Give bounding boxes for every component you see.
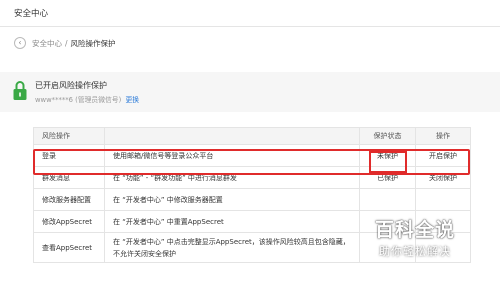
row-operation-name: 群发消息: [33, 166, 105, 189]
row-description: 在 “开发者中心” 中重置AppSecret: [104, 210, 360, 233]
window-title: 安全中心: [14, 9, 49, 19]
row-state: 未保护: [359, 144, 416, 167]
table-header-row: 风险操作 保护状态 操作: [33, 127, 471, 145]
row-description: 在 “开发者中心” 中修改服务器配置: [104, 188, 360, 211]
change-admin-link[interactable]: 更换: [125, 96, 139, 104]
row-description: 在 “功能” - “群发功能” 中进行消息群发: [104, 166, 360, 189]
header-state: 保护状态: [359, 127, 416, 145]
disable-protection-link[interactable]: 关闭保护: [415, 166, 471, 189]
admin-role-note: (管理员微信号): [75, 96, 122, 104]
watermark-main: 百科全说: [374, 219, 455, 241]
breadcrumb-parent-link[interactable]: 安全中心: [32, 38, 62, 49]
breadcrumb: ‹ 安全中心 / 风险操作保护: [14, 36, 116, 50]
admin-account-info: www*****6 (管理员微信号) 更换: [35, 94, 139, 104]
row-operation-name: 修改服务器配置: [33, 188, 105, 211]
header-action: 操作: [415, 127, 471, 145]
row-operation-name: 修改AppSecret: [33, 210, 105, 233]
row-action: [415, 188, 471, 211]
row-description: 使用邮箱/微信号等登录公众平台: [104, 144, 360, 167]
row-operation-name: 登录: [33, 144, 105, 167]
table-row-login: 登录 使用邮箱/微信号等登录公众平台 未保护 开启保护: [33, 144, 471, 167]
row-operation-name: 查看AppSecret: [33, 232, 105, 263]
header-operation: 风险操作: [33, 127, 105, 145]
table-row-server-config: 修改服务器配置 在 “开发者中心” 中修改服务器配置: [33, 188, 471, 211]
admin-account: www*****6: [35, 96, 73, 104]
table-row-mass-message: 群发消息 在 “功能” - “群发功能” 中进行消息群发 已保护 关闭保护: [33, 166, 471, 189]
row-description: 在 “开发者中心” 中点击完整显示AppSecret，该操作风险较高且包含隐藏，…: [104, 232, 360, 263]
row-state: 已保护: [359, 166, 416, 189]
lock-icon: [13, 81, 27, 100]
protection-status-panel: 已开启风险操作保护 www*****6 (管理员微信号) 更换: [0, 72, 500, 112]
window-title-bar: 安全中心: [0, 0, 500, 27]
enable-protection-link[interactable]: 开启保护: [415, 144, 471, 167]
watermark: 百科全说 助你轻松解决: [355, 215, 475, 259]
back-arrow-icon[interactable]: ‹: [14, 37, 26, 49]
breadcrumb-current: 风险操作保护: [70, 38, 116, 48]
protection-status-title: 已开启风险操作保护: [35, 81, 107, 90]
row-state: [359, 188, 416, 211]
breadcrumb-separator: /: [65, 38, 68, 48]
header-description: [104, 127, 360, 145]
watermark-sub: 助你轻松解决: [379, 245, 451, 258]
